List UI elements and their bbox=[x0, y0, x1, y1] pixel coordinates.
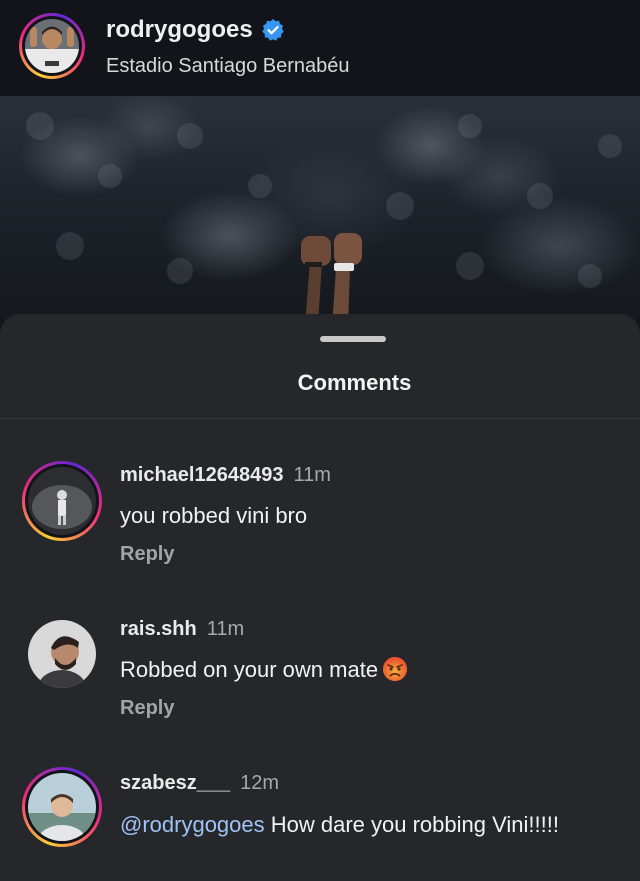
avatar-photo bbox=[28, 620, 96, 688]
comment-text: @rodrygogoes How dare you robbing Vini!!… bbox=[120, 810, 600, 840]
comment-avatar[interactable] bbox=[28, 620, 96, 688]
comment-username[interactable]: szabesz___ 12m bbox=[120, 772, 279, 795]
comment-time: 12m bbox=[240, 772, 279, 794]
profile-photo bbox=[25, 19, 79, 73]
username-text[interactable]: michael12648493 bbox=[120, 464, 283, 486]
avatar-photo bbox=[28, 773, 96, 841]
comment-body: Robbed on your own mate bbox=[120, 657, 379, 682]
comment-avatar[interactable] bbox=[22, 461, 102, 541]
post-location[interactable]: Estadio Santiago Bernabéu bbox=[106, 55, 350, 78]
avatar-photo bbox=[28, 467, 96, 535]
post-header: rodrygogoes Estadio Santiago Bernabéu bbox=[0, 0, 640, 96]
reply-button[interactable]: Reply bbox=[120, 543, 174, 566]
comment-text: you robbed vini bro bbox=[120, 501, 600, 531]
username-text[interactable]: rais.shh bbox=[120, 618, 197, 640]
post-image[interactable] bbox=[0, 96, 640, 326]
username-text[interactable]: rodrygogoes bbox=[106, 16, 253, 44]
comment-username[interactable]: rais.shh 11m bbox=[120, 618, 244, 641]
mention-link[interactable]: @rodrygogoes bbox=[120, 812, 265, 837]
comment-body: you robbed vini bro bbox=[120, 503, 308, 528]
raised-fists-image bbox=[26, 112, 622, 326]
profile-avatar[interactable] bbox=[19, 13, 85, 79]
comment-username[interactable]: michael12648493 11m bbox=[120, 464, 331, 487]
comment-text: Robbed on your own mate bbox=[120, 655, 600, 685]
reply-button[interactable]: Reply bbox=[120, 697, 174, 720]
verified-badge-icon bbox=[261, 19, 284, 41]
username-text[interactable]: szabesz___ bbox=[120, 772, 230, 794]
comment-time: 11m bbox=[206, 618, 245, 640]
divider bbox=[0, 418, 640, 419]
angry-face-emoji bbox=[383, 657, 408, 681]
comments-title: Comments bbox=[297, 370, 412, 395]
comment-time: 11m bbox=[293, 464, 331, 486]
post-username[interactable]: rodrygogoes bbox=[106, 16, 285, 44]
drag-handle[interactable] bbox=[320, 336, 386, 342]
comment-body: How dare you robbing Vini!!!!! bbox=[264, 812, 559, 837]
comment-avatar[interactable] bbox=[22, 767, 102, 847]
